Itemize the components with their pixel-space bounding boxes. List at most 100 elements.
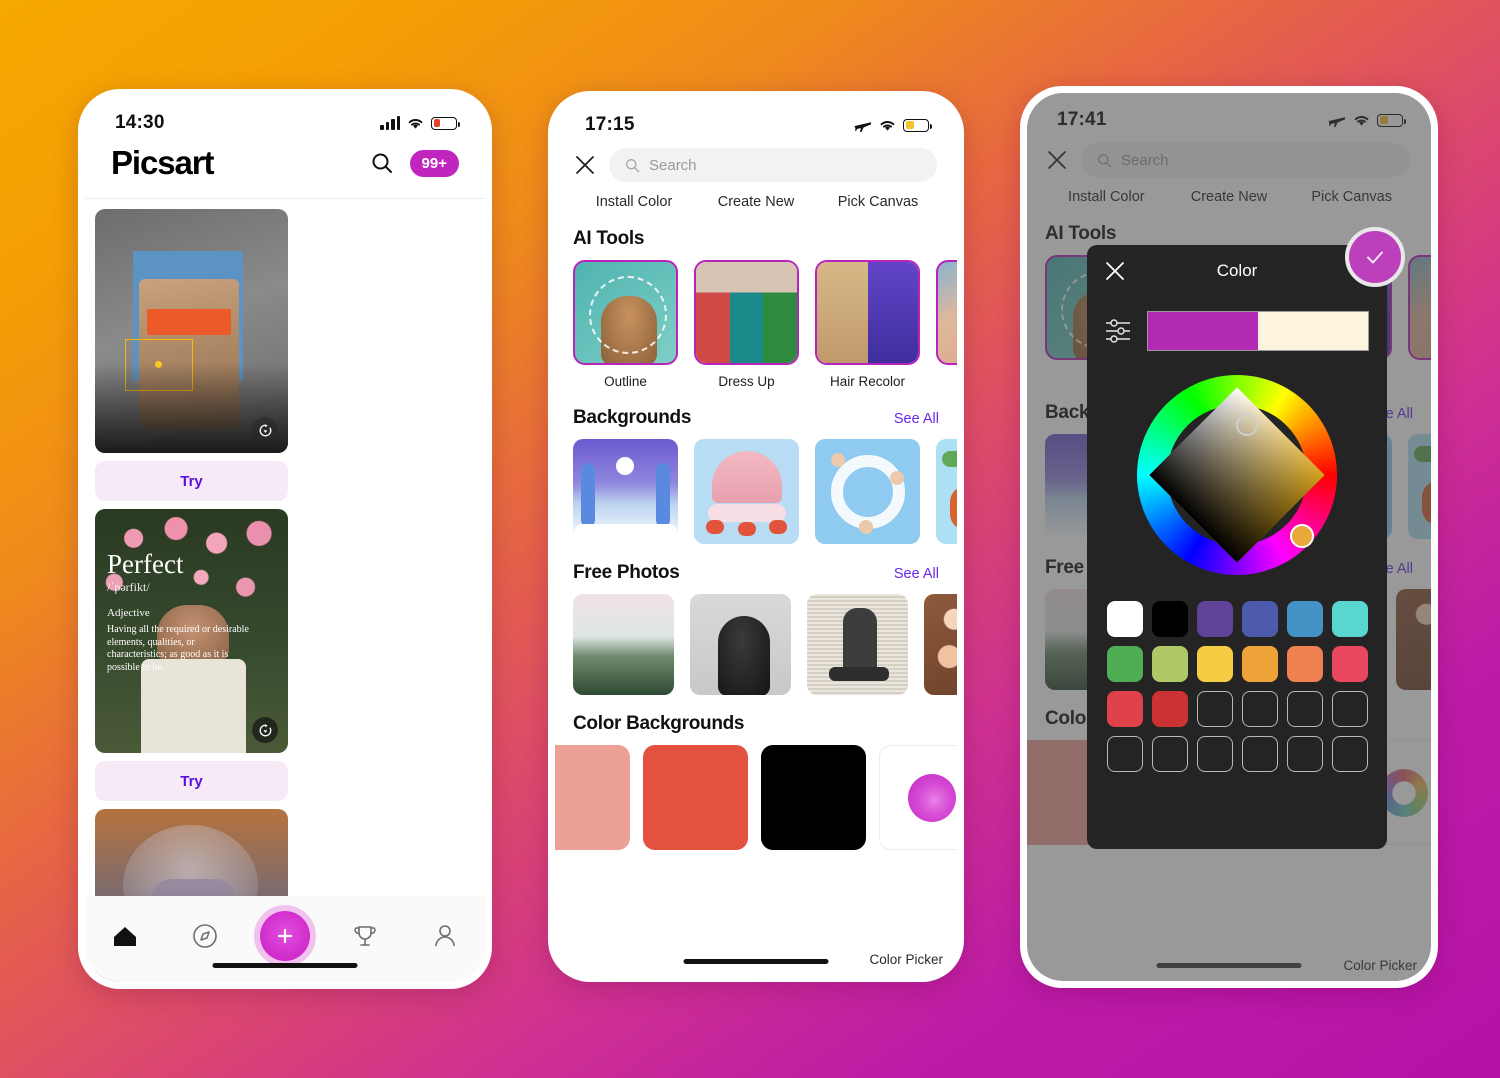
swatch[interactable]: [1196, 601, 1233, 637]
color-picker-label: Color Picker: [869, 952, 943, 967]
section-header-color-backgrounds: Color Backgrounds: [555, 695, 957, 745]
create-button[interactable]: [245, 911, 325, 961]
search-row: Search: [555, 144, 957, 182]
background-thumbnail[interactable]: [815, 439, 920, 544]
feed-card[interactable]: Try: [95, 209, 288, 501]
search-icon: [626, 158, 640, 172]
swatch-empty[interactable]: [1151, 736, 1188, 772]
swatch-empty[interactable]: [1106, 736, 1143, 772]
feed-card[interactable]: Perfect /ˈpərfikt/ Adjective Having all …: [95, 509, 288, 801]
color-swatch[interactable]: [643, 745, 748, 850]
status-time: 17:15: [585, 114, 635, 135]
see-all-free-photos[interactable]: See All: [894, 566, 939, 582]
phone-3-color-picker: 17:41: [1020, 86, 1438, 988]
see-all-backgrounds[interactable]: See All: [894, 411, 939, 427]
sidebar-item-discover[interactable]: [165, 914, 245, 958]
plus-icon: [277, 928, 293, 944]
search-input[interactable]: Search: [609, 148, 937, 182]
swatch[interactable]: [1196, 646, 1233, 682]
color-picker-button[interactable]: [879, 745, 957, 850]
airplane-mode-icon: [854, 122, 871, 132]
ai-tool-thumbnail[interactable]: [573, 260, 678, 365]
color-dialog-title: Color: [1216, 261, 1258, 280]
ai-tool-label: Dress Up: [718, 374, 775, 389]
card-image[interactable]: Perfect /ˈpərfikt/ Adjective Having all …: [95, 509, 288, 753]
confirm-button[interactable]: [1345, 227, 1405, 287]
tab-pick-canvas[interactable]: Pick Canvas: [817, 194, 939, 210]
free-photo-thumbnail[interactable]: [573, 594, 674, 695]
color-dialog: Color: [1087, 227, 1405, 849]
bottom-nav: [85, 896, 485, 982]
free-photos-rail[interactable]: [555, 594, 957, 695]
section-header-ai-tools: AI Tools: [555, 210, 957, 260]
plus-fab[interactable]: [260, 911, 310, 961]
free-photo-thumbnail[interactable]: [924, 594, 957, 695]
ai-tool-thumbnail[interactable]: [815, 260, 920, 365]
ai-tool-item[interactable]: Hair Recolor: [815, 260, 920, 389]
close-icon[interactable]: [575, 155, 595, 175]
sidebar-item-challenges[interactable]: [325, 914, 405, 958]
card-image[interactable]: [95, 209, 288, 453]
replay-icon[interactable]: [252, 717, 278, 743]
ai-tool-thumbnail[interactable]: [694, 260, 799, 365]
swatch-empty[interactable]: [1331, 691, 1368, 727]
sliders-icon[interactable]: [1105, 317, 1131, 345]
sidebar-item-home[interactable]: [85, 914, 165, 958]
swatch-empty[interactable]: [1196, 691, 1233, 727]
ai-tools-rail[interactable]: Outline Dress Up Hair Recolor: [555, 260, 957, 389]
swatch[interactable]: [1106, 601, 1143, 637]
swatch[interactable]: [1151, 691, 1188, 727]
ai-tool-item[interactable]: Dress Up: [694, 260, 799, 389]
swatch-empty[interactable]: [1331, 736, 1368, 772]
ai-tool-item[interactable]: Face A: [936, 260, 957, 389]
sidebar-item-profile[interactable]: [405, 914, 485, 958]
swatch-empty[interactable]: [1241, 736, 1278, 772]
swatch-empty[interactable]: [1286, 691, 1323, 727]
swatch[interactable]: [1331, 601, 1368, 637]
background-thumbnail[interactable]: [694, 439, 799, 544]
trophy-icon: [354, 926, 376, 946]
section-header-free-photos: Free Photos See All: [555, 544, 957, 594]
tab-create-new[interactable]: Create New: [695, 194, 817, 210]
swatch[interactable]: [1241, 601, 1278, 637]
phone-1-home: 14:30 Picsart 99+ Try Perfect /ˈpərfikt/…: [78, 89, 492, 989]
tab-install-color[interactable]: Install Color: [573, 194, 695, 210]
search-icon[interactable]: [370, 151, 394, 175]
try-button[interactable]: Try: [95, 461, 288, 501]
notification-badge[interactable]: 99+: [409, 149, 459, 177]
free-photo-thumbnail[interactable]: [807, 594, 908, 695]
swatch[interactable]: [1241, 646, 1278, 682]
color-compare-swatch[interactable]: [1147, 311, 1369, 351]
section-title: AI Tools: [573, 228, 645, 249]
color-dialog-header: Color: [1087, 245, 1387, 297]
ai-tool-item[interactable]: Outline: [573, 260, 678, 389]
try-button[interactable]: Try: [95, 761, 288, 801]
swatch-empty[interactable]: [1286, 736, 1323, 772]
close-icon[interactable]: [1105, 261, 1125, 281]
replay-icon[interactable]: [252, 417, 278, 443]
swatch[interactable]: [1331, 646, 1368, 682]
phone-2-screen: 17:15 Search Install Color Create New Pi…: [555, 98, 957, 975]
backgrounds-rail[interactable]: [555, 439, 957, 544]
swatch[interactable]: [1151, 646, 1188, 682]
ai-tool-thumbnail[interactable]: [936, 260, 957, 365]
color-backgrounds-rail[interactable]: [555, 745, 957, 850]
perfect-ipa: /ˈpərfikt/: [107, 580, 150, 594]
hue-handle[interactable]: [1290, 524, 1314, 548]
swatch[interactable]: [1286, 646, 1323, 682]
free-photo-thumbnail[interactable]: [690, 594, 791, 695]
swatch[interactable]: [1151, 601, 1188, 637]
wifi-icon: [408, 118, 423, 129]
swatch-empty[interactable]: [1196, 736, 1233, 772]
color-swatch[interactable]: [761, 745, 866, 850]
swatch[interactable]: [1286, 601, 1323, 637]
background-thumbnail[interactable]: [573, 439, 678, 544]
swatch-empty[interactable]: [1241, 691, 1278, 727]
saturation-value-handle[interactable]: [1236, 414, 1258, 436]
color-wheel[interactable]: [1137, 375, 1337, 575]
swatch[interactable]: [1106, 646, 1143, 682]
swatch[interactable]: [1106, 691, 1143, 727]
cellular-icon: [380, 116, 400, 130]
background-thumbnail[interactable]: [936, 439, 957, 544]
color-swatch[interactable]: [555, 745, 630, 850]
